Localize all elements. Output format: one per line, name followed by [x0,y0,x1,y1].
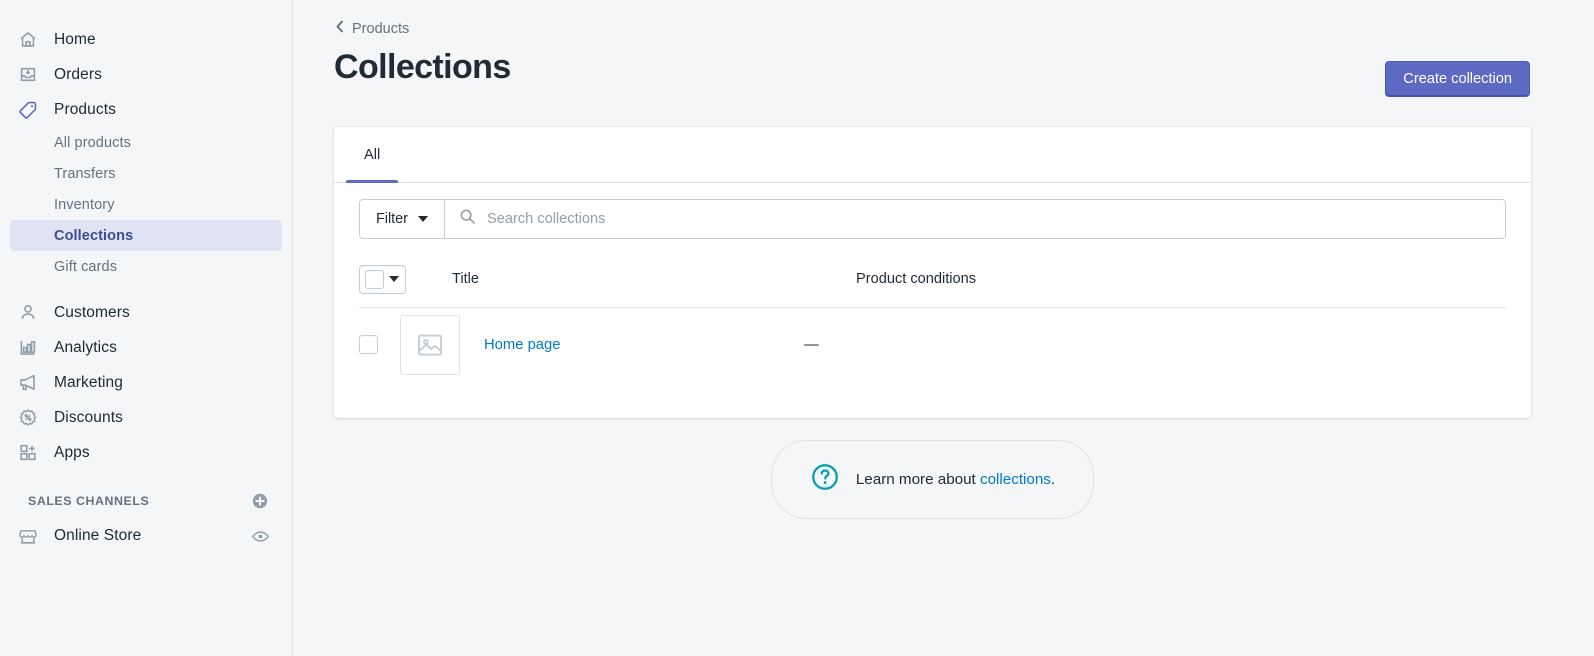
app-root: Home Orders Products All products Transf… [0,0,1594,656]
search-icon [459,208,476,230]
filter-row: Filter [334,183,1531,239]
row-title-cell: Home page [400,314,804,375]
card-bottom-spacer [359,381,1506,418]
page-title: Collections [334,48,511,86]
sidebar-subitem-label: Inventory [54,196,115,213]
collections-table: Title Product conditions Home page — [334,251,1531,418]
sidebar-item-label: Apps [54,443,90,461]
sidebar-item-apps[interactable]: Apps [10,435,282,470]
plus-circle-icon[interactable] [250,491,270,511]
storefront-icon [18,526,38,546]
sidebar-subitem-collections[interactable]: Collections [10,220,282,251]
row-checkbox[interactable] [359,335,378,354]
image-placeholder-icon [400,314,460,375]
collection-title-link[interactable]: Home page [484,337,561,353]
products-tag-icon [18,100,38,120]
breadcrumb-label: Products [352,21,410,37]
sidebar-item-label: Home [54,30,96,48]
sidebar-item-label: Products [54,100,116,118]
help-text-before: Learn more about [855,471,980,488]
customers-icon [18,303,38,323]
sidebar-item-customers[interactable]: Customers [10,295,282,330]
sidebar-item-discounts[interactable]: Discounts [10,400,282,435]
select-all-dropdown[interactable] [359,264,406,294]
filter-search-group: Filter [359,199,1506,239]
orders-icon [18,65,38,85]
footer-help: Learn more about collections. [334,440,1531,519]
select-all-checkbox[interactable] [365,269,384,289]
table-header-row: Title Product conditions [359,251,1506,308]
breadcrumb[interactable]: Products [334,18,409,40]
sidebar-item-label: Analytics [54,338,117,356]
discounts-badge-icon [18,408,38,428]
sidebar-item-online-store[interactable]: Online Store [10,518,282,554]
sidebar-subitem-gift-cards[interactable]: Gift cards [10,251,282,282]
search-area [444,200,1505,238]
table-row[interactable]: Home page — [359,308,1506,381]
sidebar-item-label: Customers [54,303,130,321]
question-circle-icon [810,462,840,497]
sidebar-item-home[interactable]: Home [10,22,282,57]
help-text: Learn more about collections. [856,471,1055,488]
chevron-left-icon [334,20,346,38]
column-header-product-conditions: Product conditions [856,271,977,287]
select-all-cell [359,264,452,294]
chevron-down-icon [389,276,399,282]
collections-help-link[interactable]: collections [980,471,1051,488]
chevron-down-icon [417,216,428,222]
tab-bar: All [334,127,1531,183]
sidebar-subitem-label: Gift cards [54,258,118,275]
create-collection-button[interactable]: Create collection [1385,61,1530,97]
collections-card: All Filter Search collections Title Prod… [334,127,1531,418]
learn-more-pill[interactable]: Learn more about collections. [770,440,1095,519]
sidebar-item-marketing[interactable]: Marketing [10,365,282,400]
sidebar-item-products[interactable]: Products [10,92,282,127]
sidebar-item-analytics[interactable]: Analytics [10,330,282,365]
sidebar-subitem-label: All products [54,134,131,151]
sidebar-subitem-inventory[interactable]: Inventory [10,189,282,220]
sidebar-item-label: Orders [54,65,102,83]
sales-channels-header: SALES CHANNELS [10,484,282,518]
analytics-icon [18,338,38,358]
row-product-conditions: — [804,336,819,353]
page-header: Collections Create collection [334,48,1530,97]
sidebar-item-label: Marketing [54,373,123,391]
sidebar-subitem-label: Transfers [54,165,116,182]
search-input[interactable] [486,211,1491,227]
main-content: Products Collections Create collection A… [293,0,1594,656]
tab-label: All [364,146,381,163]
sidebar: Home Orders Products All products Transf… [0,0,293,656]
apps-icon [18,443,38,463]
sidebar-subitem-label: Collections [54,227,134,244]
filter-button[interactable]: Filter [360,200,445,238]
home-icon [18,30,38,50]
sidebar-item-orders[interactable]: Orders [10,57,282,92]
sales-channels-title: SALES CHANNELS [28,494,150,508]
tab-all[interactable]: All [346,127,399,183]
sidebar-item-label: Online Store [54,527,142,544]
sidebar-item-label: Discounts [54,408,123,426]
marketing-megaphone-icon [18,373,38,393]
column-header-title: Title [452,271,480,287]
sidebar-subitem-all-products[interactable]: All products [10,127,282,158]
filter-label: Filter [376,211,408,227]
help-text-after: . [1050,471,1056,488]
sidebar-subitem-transfers[interactable]: Transfers [10,158,282,189]
eye-icon[interactable] [250,526,270,546]
